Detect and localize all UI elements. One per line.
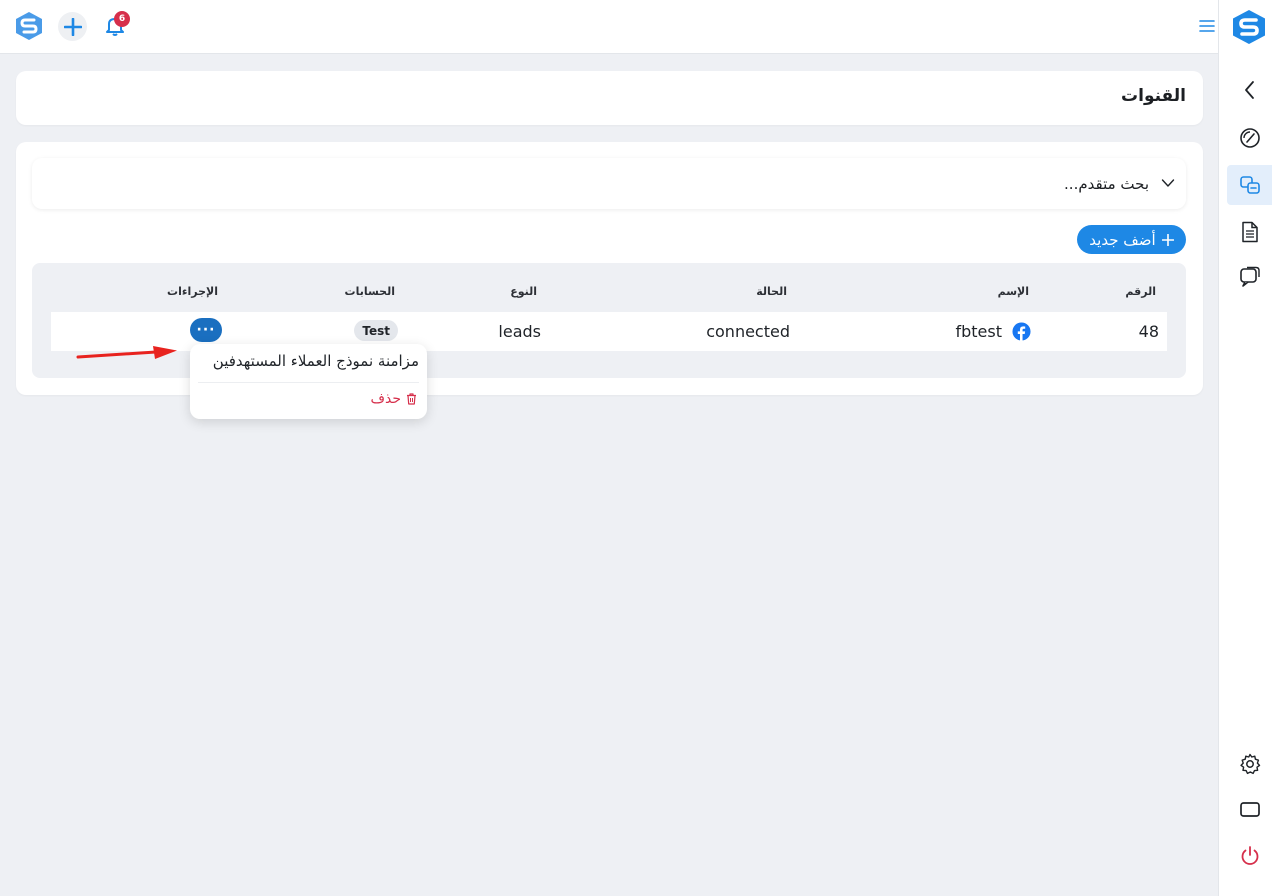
add-button[interactable] (58, 12, 87, 41)
menu-toggle[interactable] (1198, 18, 1216, 34)
app-logo-icon[interactable] (14, 11, 44, 41)
sidebar-item-settings[interactable] (1227, 744, 1272, 784)
chat-icon (1240, 266, 1260, 287)
sidebar-item-channels[interactable] (1227, 165, 1272, 205)
row-number: 48 (1138, 322, 1159, 341)
sidebar-item-chat[interactable] (1227, 257, 1272, 297)
plus-icon (1161, 233, 1174, 246)
column-header-status: الحالة (756, 285, 787, 298)
row-actions-menu: مزامنة نموذج العملاء المستهدفين حذف (190, 344, 427, 419)
account-badge: Test (354, 320, 398, 341)
facebook-icon (1012, 322, 1031, 341)
add-new-label: أضف جديد (1089, 230, 1156, 249)
power-icon (1241, 846, 1259, 865)
column-header-type: النوع (510, 285, 537, 298)
sidebar-item-screen[interactable] (1227, 790, 1272, 830)
sidebar (1218, 0, 1272, 896)
page-header-card: القنوات (16, 71, 1203, 125)
add-new-button[interactable]: أضف جديد (1077, 225, 1186, 254)
column-header-number: الرقم (1125, 285, 1156, 298)
row-actions-button[interactable]: ··· (190, 318, 222, 342)
chevron-down-icon (1161, 179, 1175, 187)
gear-icon (1240, 753, 1261, 775)
gauge-icon (1240, 128, 1260, 148)
menu-divider (198, 382, 419, 383)
add-icon (63, 17, 82, 36)
advanced-search-toggle[interactable]: بحث متقدم... (32, 158, 1186, 209)
channels-icon (1240, 176, 1260, 194)
notification-badge: 6 (114, 11, 130, 27)
menu-item-delete-label: حذف (370, 391, 401, 407)
monitor-icon (1240, 802, 1260, 817)
row-name[interactable]: fbtest (955, 322, 1002, 341)
sidebar-logo-icon[interactable] (1231, 9, 1267, 45)
trash-icon (407, 393, 416, 405)
menu-item-sync-lead-form[interactable]: مزامنة نموذج العملاء المستهدفين (213, 352, 419, 370)
column-header-accounts: الحسابات (344, 285, 395, 298)
sidebar-item-documents[interactable] (1227, 212, 1272, 252)
page-title: القنوات (1121, 86, 1186, 106)
menu-icon (1199, 20, 1215, 32)
document-icon (1242, 221, 1258, 243)
row-status: connected (706, 322, 790, 341)
advanced-search-label: بحث متقدم... (1064, 175, 1149, 193)
column-header-name: الإسم (997, 285, 1029, 298)
sidebar-item-dashboard[interactable] (1227, 118, 1272, 158)
top-bar: 6 (0, 0, 1218, 54)
red-arrow-annotation (76, 346, 177, 359)
column-header-actions: الإجراءات (167, 285, 218, 298)
row-type: leads (498, 322, 541, 341)
sidebar-item-logout[interactable] (1227, 836, 1272, 876)
chevron-left-icon (1245, 81, 1254, 99)
menu-item-delete[interactable]: حذف (370, 391, 417, 407)
sidebar-collapse-button[interactable] (1227, 70, 1272, 110)
